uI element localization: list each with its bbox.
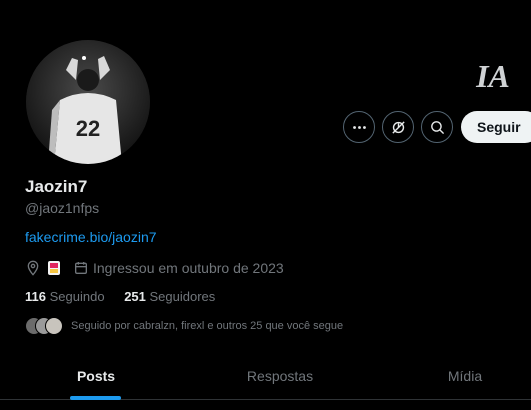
active-tab-indicator (70, 396, 121, 400)
svg-text:22: 22 (76, 116, 100, 141)
followers-count: 251 (124, 289, 146, 304)
following-link[interactable]: 116 Seguindo (25, 289, 108, 304)
followed-by[interactable]: Seguido por cabralzn, firexl e outros 25… (25, 315, 343, 337)
followed-by-avatars (25, 317, 63, 335)
profile-website-link[interactable]: fakecrime.bio/jaozin7 (25, 229, 157, 245)
joined-date: Ingressou em outubro de 2023 (93, 260, 284, 276)
location-flag-icon (47, 260, 61, 276)
svg-text:IA: IA (475, 58, 510, 94)
profile-handle: @jaoz1nfps (25, 200, 100, 216)
followers-link[interactable]: 251 Seguidores (124, 289, 215, 304)
followed-by-text: Seguido por cabralzn, firexl e outros 25… (71, 320, 344, 332)
calendar-icon (75, 262, 87, 274)
follow-button[interactable]: Seguir (461, 111, 531, 143)
followers-label: Seguidores (149, 289, 216, 304)
profile-avatar[interactable]: 22 (26, 40, 150, 164)
tab-replies[interactable]: Respostas (210, 352, 350, 400)
profile-meta: Ingressou em outubro de 2023 (25, 258, 284, 278)
more-options-button[interactable] (343, 111, 375, 143)
tab-posts[interactable]: Posts (40, 352, 152, 400)
following-count: 116 (25, 289, 46, 304)
tab-media[interactable]: Mídia (400, 352, 530, 400)
profile-tabs: Posts Respostas Mídia (0, 352, 531, 400)
following-label: Seguindo (49, 289, 105, 304)
search-profile-button[interactable] (421, 111, 453, 143)
notifications-button[interactable] (382, 111, 414, 143)
location-icon (27, 260, 39, 276)
banner-logo: IA (470, 50, 516, 98)
profile-stats: 116 Seguindo 251 Seguidores (25, 289, 215, 304)
search-icon (430, 120, 444, 134)
profile-name: Jaozin7 (25, 177, 88, 196)
avatar (45, 317, 63, 335)
notifications-off-icon (391, 120, 405, 134)
more-horizontal-icon (352, 125, 366, 129)
